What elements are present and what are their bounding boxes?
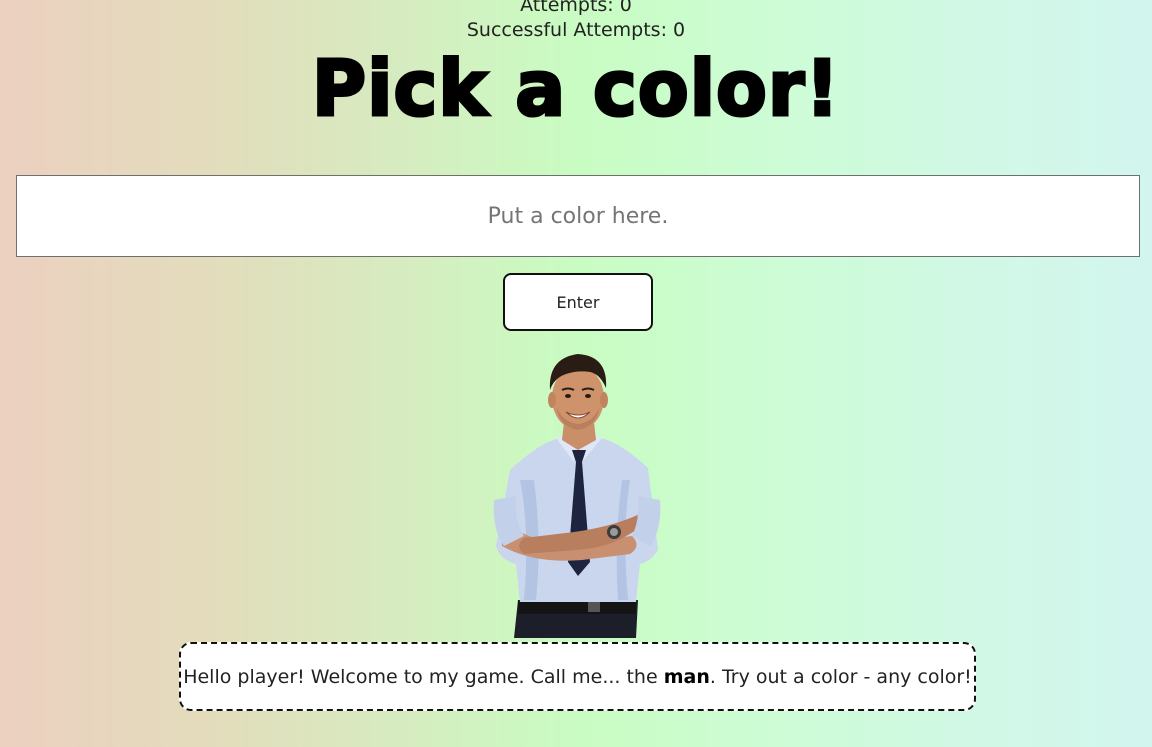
enter-button[interactable]: Enter [503, 273, 653, 331]
successful-attempts-counter: Successful Attempts: 0 [466, 19, 686, 41]
page-title: Pick a color! [310, 43, 841, 136]
dialogue-before: Hello player! Welcome to my game. Call m… [183, 665, 664, 688]
dialogue-emphasis: man [663, 665, 710, 688]
speech-bubble: Hello player! Welcome to my game. Call m… [179, 642, 976, 711]
belt [518, 600, 636, 614]
dialogue-after: . Try out a color - any color! [709, 665, 972, 688]
man-character-image [493, 354, 661, 638]
attempts-counter: Attempts: 0 [520, 0, 632, 16]
dialogue-text: Hello player! Welcome to my game. Call m… [183, 666, 972, 688]
color-input[interactable] [16, 175, 1140, 257]
belt-buckle [588, 602, 600, 612]
